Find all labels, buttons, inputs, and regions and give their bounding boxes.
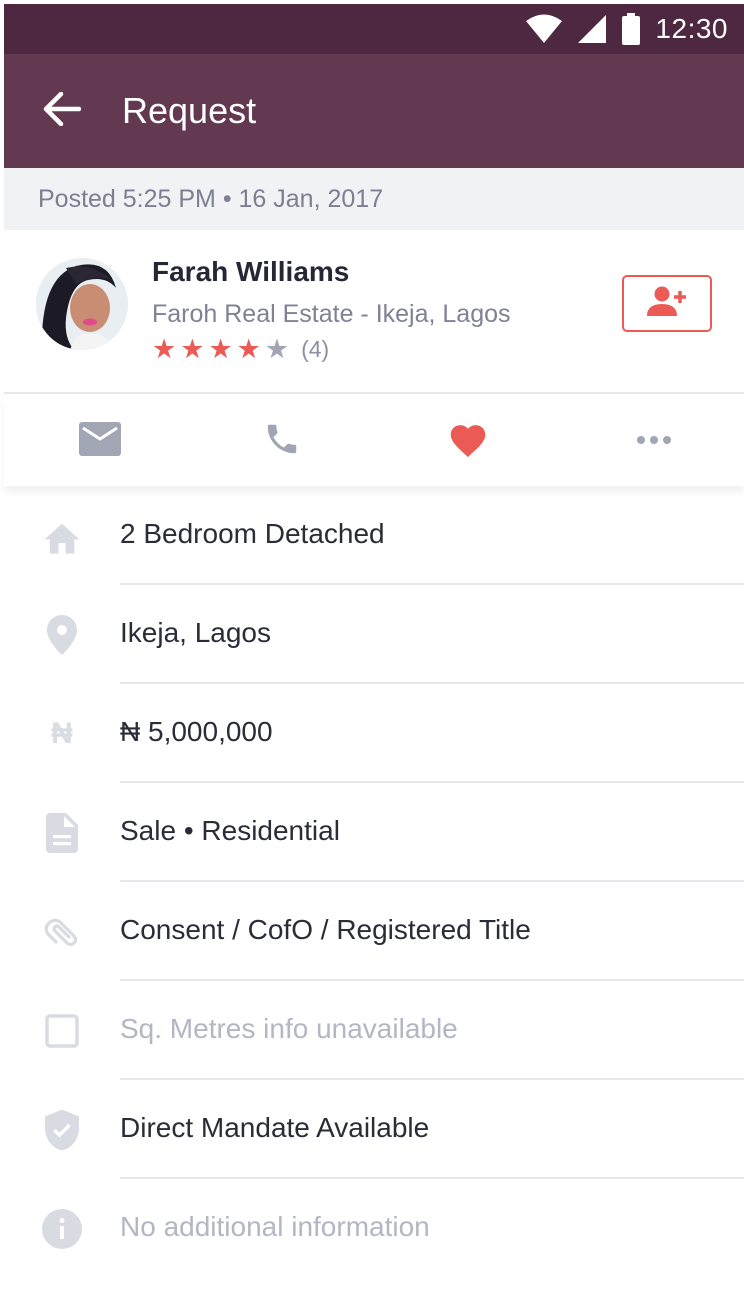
detail-documents: Consent / CofO / Registered Title (4, 882, 744, 981)
info-icon (40, 1209, 84, 1249)
agent-name[interactable]: Farah Williams (152, 256, 349, 288)
star-icon: ★ (152, 334, 177, 364)
detail-text: Sale • Residential (120, 815, 340, 846)
action-bar (4, 396, 744, 486)
detail-text: No additional information (120, 1211, 430, 1242)
shield-check-icon (40, 1109, 84, 1151)
mail-icon (79, 421, 121, 461)
detail-mandate: Direct Mandate Available (4, 1080, 744, 1179)
document-icon (40, 813, 84, 853)
call-button[interactable] (258, 418, 306, 464)
agent-profile: Farah Williams Faroh Real Estate - Ikeja… (4, 230, 744, 394)
star-icon: ★ (180, 334, 205, 364)
app-bar: Request (4, 54, 744, 168)
home-icon (40, 516, 84, 556)
detail-text: Direct Mandate Available (120, 1112, 430, 1143)
agent-company: Faroh Real Estate - Ikeja, Lagos (152, 300, 511, 328)
detail-location: Ikeja, Lagos (4, 585, 744, 684)
detail-text: Sq. Metres info unavailable (120, 1013, 458, 1044)
detail-property-type: 2 Bedroom Detached (4, 486, 744, 585)
back-button[interactable] (30, 79, 94, 143)
add-contact-button[interactable] (622, 275, 712, 332)
more-icon (636, 432, 672, 450)
more-options-button[interactable] (630, 418, 678, 464)
heart-icon (447, 420, 489, 463)
request-details: 2 Bedroom Detached Ikeja, Lagos ₦ ₦ 5,00… (4, 486, 744, 1278)
page-title: Request (122, 90, 257, 131)
detail-text: 2 Bedroom Detached (120, 518, 385, 549)
paperclip-icon (40, 912, 84, 952)
signal-icon (577, 14, 607, 44)
status-bar: 12:30 (4, 4, 744, 54)
detail-listing-type: Sale • Residential (4, 783, 744, 882)
rating-count: (4) (301, 336, 330, 362)
phone-icon (263, 420, 301, 463)
detail-size: Sq. Metres info unavailable (4, 981, 744, 1080)
wifi-icon (525, 14, 563, 44)
star-icon: ★ (236, 334, 261, 364)
arrow-back-icon (43, 91, 82, 131)
detail-price: ₦ ₦ 5,000,000 (4, 684, 744, 783)
status-time: 12:30 (655, 13, 728, 44)
checkbox-icon (40, 1011, 84, 1051)
star-icon: ★ (208, 334, 233, 364)
favorite-button[interactable] (444, 418, 492, 464)
email-button[interactable] (76, 418, 124, 464)
location-pin-icon (40, 615, 84, 655)
battery-icon (621, 13, 641, 45)
posted-timestamp: Posted 5:25 PM • 16 Jan, 2017 (4, 168, 744, 230)
detail-text: ₦ 5,000,000 (120, 716, 273, 747)
naira-icon: ₦ (51, 717, 73, 750)
star-empty-icon: ★ (264, 334, 290, 364)
detail-info: No additional information (4, 1179, 744, 1278)
detail-text: Consent / CofO / Registered Title (120, 914, 531, 945)
detail-text: Ikeja, Lagos (120, 617, 271, 648)
person-add-icon (646, 285, 688, 322)
avatar[interactable] (36, 258, 128, 350)
rating: ★ ★ ★ ★ ★ (4) (152, 336, 329, 363)
